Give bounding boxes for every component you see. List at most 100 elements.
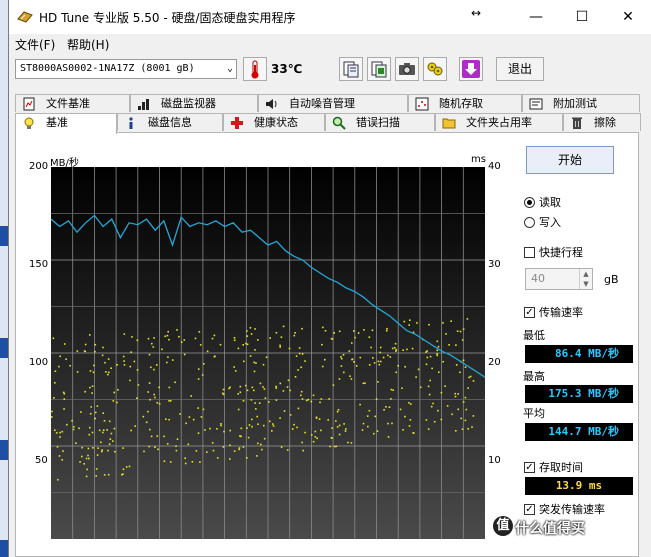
menu-help[interactable]: 帮助(H) [67, 36, 109, 53]
access-time-point [454, 395, 457, 398]
access-time-point [104, 361, 106, 364]
access-time-point [254, 402, 256, 404]
tab-error-scan[interactable]: 错误扫描 [325, 113, 435, 131]
access-time-point [395, 371, 397, 374]
tab-file-benchmark[interactable]: 文件基准 [15, 94, 130, 112]
access-time-point [100, 441, 102, 444]
copy-text-icon[interactable] [339, 57, 363, 81]
access-time-point [255, 408, 257, 410]
access-time-point [466, 318, 469, 320]
access-time-point [222, 393, 225, 396]
access-time-point [438, 371, 440, 373]
download-icon[interactable] [459, 57, 483, 81]
exit-button[interactable]: 退出 [496, 57, 544, 81]
burst-rate-checkbox[interactable]: ✓ [524, 504, 535, 515]
access-time-point [117, 389, 119, 391]
access-time-point [250, 333, 253, 335]
access-time-point [304, 431, 306, 434]
spinner-arrows-icon[interactable]: ▲ ▼ [579, 269, 592, 289]
access-time-point [195, 450, 198, 452]
access-time-point [213, 356, 216, 358]
hdtune-app-icon [17, 11, 33, 23]
access-time-point [94, 411, 97, 414]
access-time-point [157, 448, 159, 451]
tab-noise-management[interactable]: 自动噪音管理 [258, 94, 408, 112]
access-time-point [161, 348, 163, 351]
access-time-point [410, 403, 412, 405]
access-time-point [188, 416, 191, 418]
menu-file[interactable]: 文件(F) [15, 36, 55, 53]
tab-health[interactable]: 健康状态 [223, 113, 325, 131]
tab-extra-tests[interactable]: 附加测试 [522, 94, 640, 112]
min-value-display: 86.4 MB/秒 [525, 345, 633, 363]
access-time-point [347, 441, 349, 444]
access-time-point [251, 386, 254, 389]
access-time-point [238, 448, 240, 451]
trash-icon [572, 117, 582, 129]
tab-erase[interactable]: 擦除 [563, 113, 641, 131]
access-time-point [459, 330, 462, 333]
tab-label: 附加测试 [553, 97, 597, 110]
drive-select[interactable]: ST8000AS0002-1NA17Z (8001 gB) ⌄ [15, 59, 237, 79]
access-time-point [436, 353, 438, 355]
access-time-point [153, 337, 155, 339]
access-time-point [385, 406, 387, 408]
short-stroke-checkbox[interactable] [524, 247, 535, 258]
access-time-point [263, 388, 266, 390]
access-time-point [89, 413, 92, 415]
access-time-point [198, 331, 201, 333]
tab-disk-info[interactable]: 磁盘信息 [117, 113, 223, 131]
access-time-point [197, 432, 200, 434]
short-stroke-label: 快捷行程 [539, 246, 583, 259]
options-icon[interactable] [423, 57, 447, 81]
access-time-point [286, 386, 289, 388]
tab-folder-usage[interactable]: 文件夹占用率 [435, 113, 563, 131]
folder-icon [442, 118, 456, 129]
access-time-point [385, 329, 388, 332]
short-stroke-spinner[interactable]: 40 ▲ ▼ [525, 268, 593, 290]
access-time-point [387, 354, 389, 357]
y-tick-label: 100 [29, 357, 49, 368]
y2-tick-label: 30 [488, 259, 501, 270]
access-time-point [301, 441, 303, 444]
access-time-point [374, 415, 376, 418]
access-time-point [204, 429, 206, 431]
access-time-point [436, 340, 439, 343]
access-time-point [61, 430, 64, 433]
access-time-point [321, 343, 323, 346]
access-time-point [202, 408, 205, 411]
access-time-checkbox[interactable]: ✓ [524, 462, 535, 473]
transfer-rate-checkbox[interactable]: ✓ [524, 307, 535, 318]
access-time-point [106, 429, 108, 431]
tab-benchmark[interactable]: 基准 [15, 113, 117, 134]
access-time-point [91, 431, 94, 434]
close-button[interactable]: ✕ [605, 0, 651, 34]
tab-disk-monitor[interactable]: 磁盘监视器 [130, 94, 258, 112]
title-bar[interactable]: HD Tune 专业版 5.50 - 硬盘/固态硬盘实用程序 ↔ — ☐ ✕ [9, 0, 651, 34]
access-time-point [282, 390, 285, 392]
access-time-point [237, 347, 240, 350]
access-time-point [404, 415, 406, 418]
access-time-point [184, 462, 187, 465]
access-time-point [279, 344, 281, 347]
access-time-point [122, 473, 124, 475]
access-time-point [448, 344, 450, 346]
short-stroke-unit: gB [604, 273, 619, 286]
access-time-point [419, 386, 422, 389]
write-radio[interactable] [524, 217, 535, 228]
access-time-point [246, 335, 249, 337]
access-time-point [353, 330, 355, 332]
tab-random-access[interactable]: 随机存取 [408, 94, 522, 112]
access-time-point [94, 350, 96, 353]
copy-image-icon[interactable] [367, 57, 391, 81]
access-time-point [451, 413, 453, 416]
start-button[interactable]: 开始 [526, 146, 614, 174]
camera-icon[interactable] [395, 57, 419, 81]
read-radio[interactable] [524, 197, 535, 208]
access-time-point [319, 401, 321, 404]
magnifier-icon [332, 116, 346, 130]
maximize-button[interactable]: ☐ [559, 0, 605, 34]
minimize-button[interactable]: — [513, 0, 559, 34]
access-time-point [379, 360, 382, 363]
access-time-point [390, 388, 393, 391]
